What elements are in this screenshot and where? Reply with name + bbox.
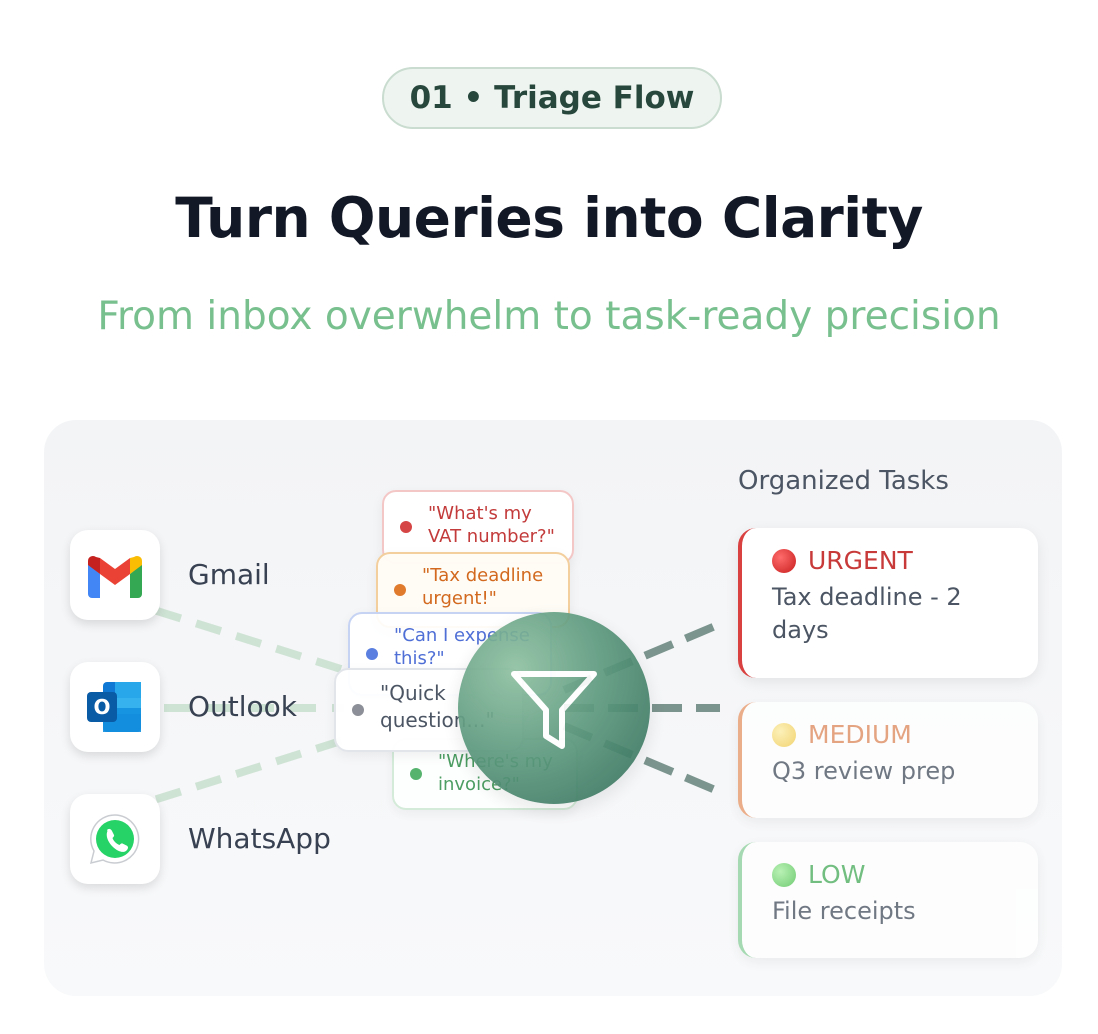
filter-icon	[511, 671, 597, 749]
source-label-gmail: Gmail	[188, 558, 270, 591]
medium-status-icon	[772, 722, 796, 747]
message-dot	[394, 584, 406, 596]
urgent-status-icon	[772, 548, 796, 573]
page-subtitle: From inbox overwhelm to task-ready preci…	[97, 294, 1001, 339]
whatsapp-icon[interactable]	[70, 794, 160, 884]
task-priority: LOW	[808, 860, 866, 889]
task-priority: MEDIUM	[808, 720, 912, 749]
message-text: "Tax deadline urgent!"	[422, 565, 544, 609]
source-label-outlook: Outlook	[188, 690, 298, 723]
task-description: Tax deadline - 2 days	[772, 583, 962, 644]
message-dot	[400, 521, 412, 533]
page-title: Turn Queries into Clarity	[175, 186, 923, 250]
task-description: File receipts	[772, 897, 916, 925]
tasks-heading: Organized Tasks	[738, 466, 949, 496]
source-label-whatsapp: WhatsApp	[188, 822, 331, 855]
gmail-icon[interactable]	[70, 530, 160, 620]
task-card-urgent[interactable]: URGENT Tax deadline - 2 days	[738, 528, 1038, 678]
triage-diagram-panel: Gmail O Outlook WhatsApp "What's my VAT …	[44, 420, 1062, 996]
message-dot	[366, 648, 378, 660]
message-dot	[352, 704, 364, 716]
task-card-medium[interactable]: MEDIUM Q3 review prep	[738, 702, 1038, 818]
svg-text:O: O	[93, 695, 110, 719]
message-text: "What's my VAT number?"	[428, 503, 555, 547]
task-description: Q3 review prep	[772, 757, 956, 785]
outlook-icon[interactable]: O	[70, 662, 160, 752]
task-card-low[interactable]: LOW File receipts	[738, 842, 1038, 958]
section-badge: 01 • Triage Flow	[382, 67, 722, 129]
message-dot	[410, 768, 422, 780]
task-priority: URGENT	[808, 546, 913, 575]
low-status-icon	[772, 862, 796, 887]
triage-filter[interactable]	[458, 612, 650, 804]
